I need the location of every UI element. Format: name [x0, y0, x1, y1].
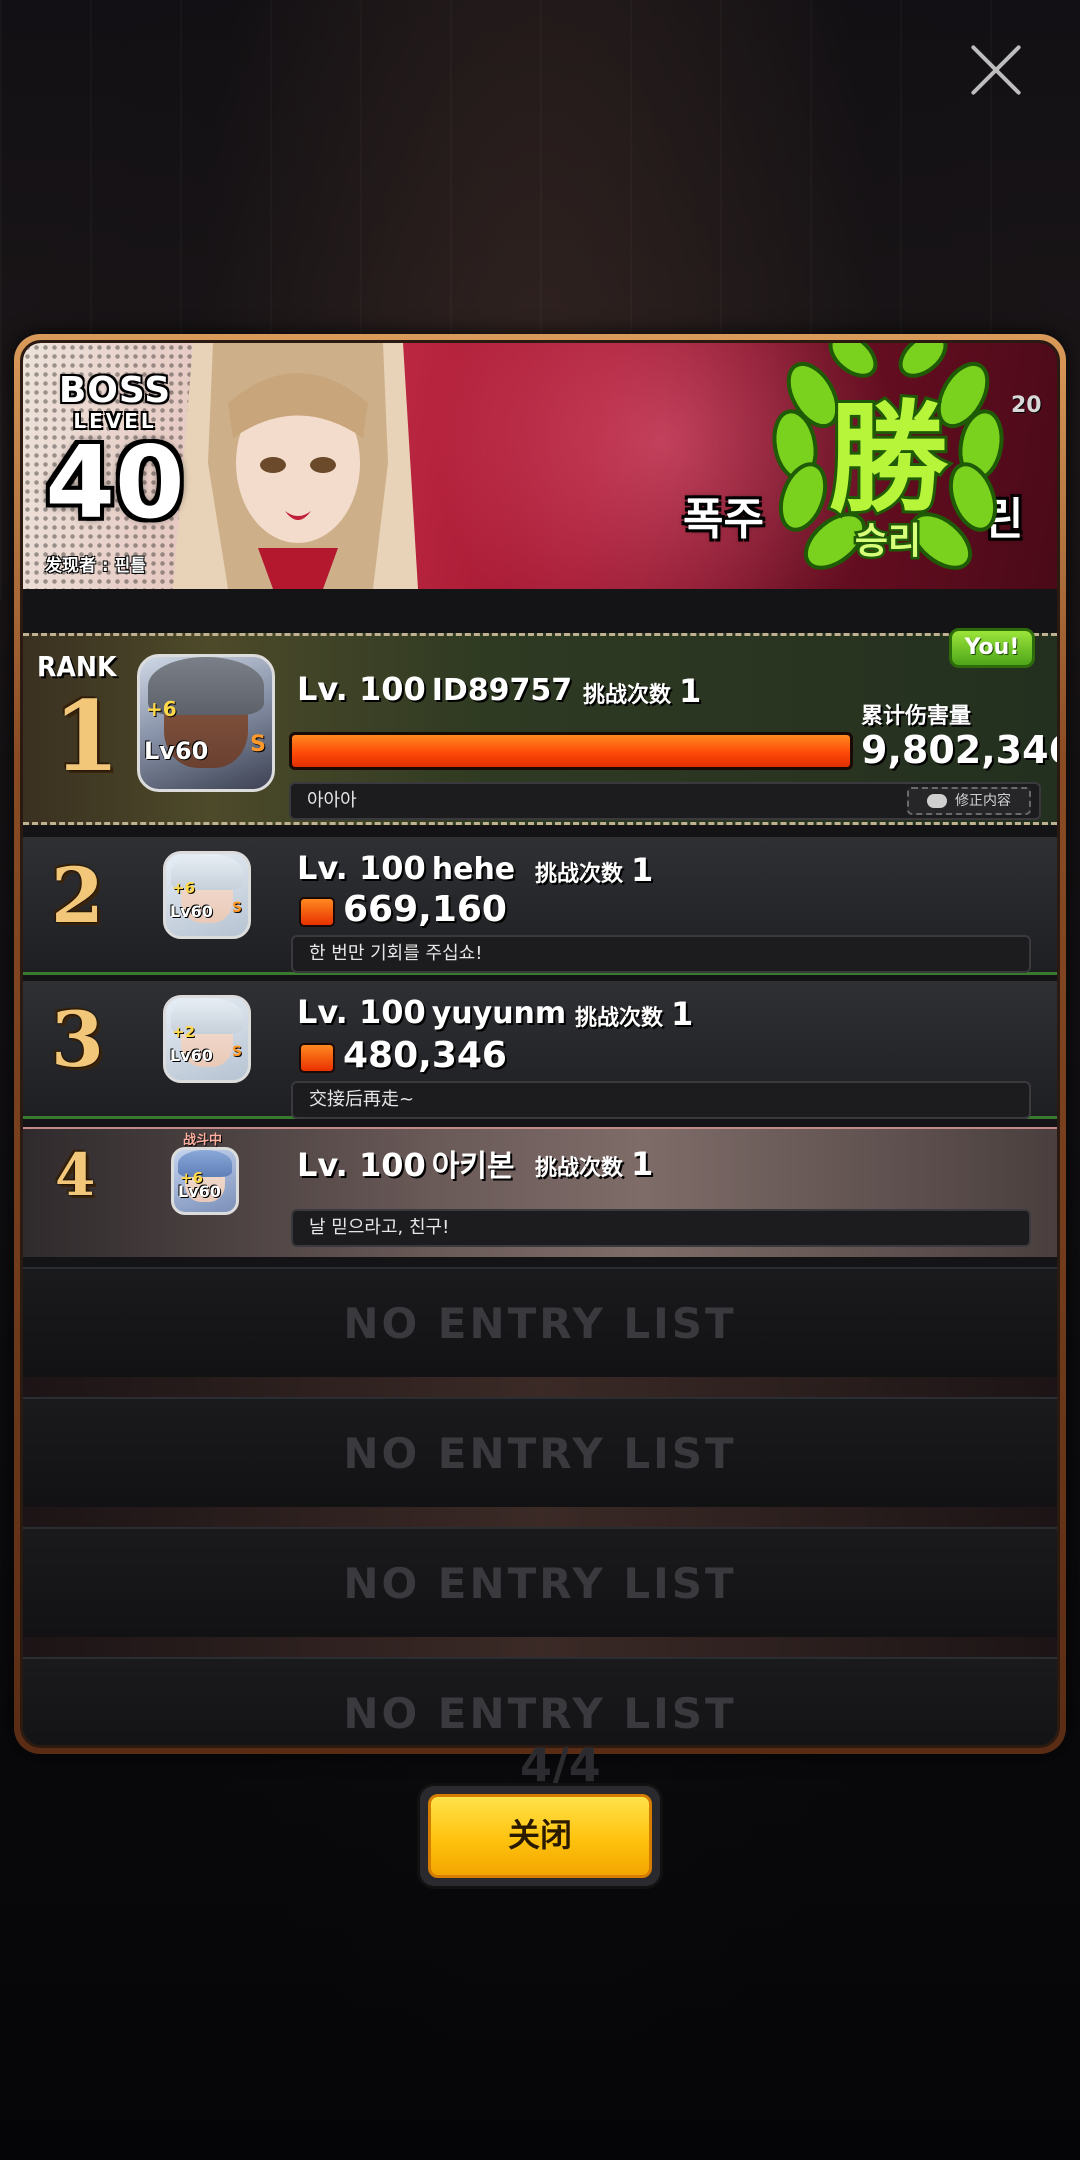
comment-text: 날 믿으라고, 친구! — [309, 1217, 450, 1238]
rank-row-3: 3 +2 Lv60 S Lv. 100 yuyunm 挑战次数 1 480,346 … — [23, 981, 1057, 1119]
victory-big-text: 勝 — [828, 388, 949, 529]
damage-indicator — [299, 1043, 335, 1073]
challenge-label: 挑战次数 — [583, 683, 672, 708]
avatar-level: Lv60 — [144, 737, 209, 766]
avatar-plus: +2 — [172, 1022, 196, 1041]
damage-value: 480,346 — [343, 1035, 507, 1076]
rank-row-1: RANK 1 +6 Lv60 S Lv. 100 ID89757 挑战次数 1 Yo… — [23, 628, 1060, 825]
player-info: Lv. 100 hehe — [297, 849, 515, 887]
rank-row-2: 2 +6 Lv60 S Lv. 100 hehe 挑战次数 1 669,160 한 … — [23, 837, 1057, 975]
boss-word: BOSS — [58, 370, 172, 411]
in-battle-tag: 战斗中 — [183, 1133, 223, 1148]
speech-bubble-icon — [927, 794, 947, 808]
rank-label: RANK — [37, 650, 117, 683]
ranking-panel: BOSS LEVEL 40 发现者 : 핀틀 폭주 린 20 勝 승리 RANK… — [14, 334, 1066, 1754]
edit-comment-button[interactable]: 修正内容 — [907, 787, 1031, 815]
page-indicator: 4/4 — [520, 1738, 601, 1792]
player-name: hehe — [431, 852, 516, 887]
avatar-plus: +6 — [172, 878, 196, 897]
avatar-level: Lv60 — [170, 1046, 213, 1066]
challenge-number: 1 — [679, 672, 702, 710]
total-damage-value: 9,802,346 — [861, 728, 1060, 772]
total-damage-label: 累计伤害量 — [861, 704, 972, 729]
close-button-label: 关闭 — [428, 1794, 652, 1878]
slot-divider — [23, 1507, 1057, 1527]
player-level: Lv. 100 — [297, 993, 426, 1031]
comment-text: 한 번만 기회를 주십쇼! — [309, 943, 483, 964]
player-avatar[interactable]: +6 Lv60 S — [137, 654, 275, 792]
boss-level-badge: BOSS LEVEL 40 — [45, 373, 185, 533]
close-button[interactable]: 关闭 — [420, 1786, 660, 1886]
player-comment: 날 믿으라고, 친구! — [291, 1209, 1031, 1247]
damage-bar-fill — [292, 735, 850, 767]
challenge-number: 1 — [631, 851, 654, 889]
empty-slot: NO ENTRY LIST — [23, 1397, 1057, 1507]
player-comment: 한 번만 기회를 주십쇼! — [291, 935, 1031, 973]
challenge-count: 挑战次数 1 — [535, 851, 653, 889]
close-icon[interactable] — [966, 40, 1026, 100]
challenge-label: 挑战次数 — [575, 1006, 664, 1031]
challenge-count: 挑战次数 1 — [583, 672, 701, 710]
rank-number: 3 — [51, 995, 104, 1084]
player-level: Lv. 100 — [297, 1146, 426, 1184]
avatar-plus: +6 — [146, 696, 177, 721]
challenge-count: 挑战次数 1 — [535, 1145, 653, 1183]
empty-slot: NO ENTRY LIST — [23, 1267, 1057, 1377]
player-comment: 아아아 修正内容 — [289, 782, 1041, 820]
rank-row-4: 4 战斗中 +6 Lv60 Lv. 100 아키본 挑战次数 1 날 믿으라고, 친… — [23, 1127, 1057, 1257]
challenge-number: 1 — [631, 1145, 654, 1183]
ranking-panel-inner: BOSS LEVEL 40 发现者 : 핀틀 폭주 린 20 勝 승리 RANK… — [20, 340, 1060, 1748]
rank-number: 4 — [55, 1141, 96, 1209]
avatar-grade: S — [250, 732, 266, 758]
player-info: Lv. 100 yuyunm — [297, 993, 566, 1031]
comment-text: 交接后再走~ — [309, 1089, 415, 1110]
player-name: 아키본 — [431, 1149, 515, 1184]
avatar-grade: S — [231, 900, 242, 917]
player-avatar[interactable]: +6 Lv60 S — [163, 851, 251, 939]
you-badge: You! — [949, 628, 1035, 668]
slot-divider — [23, 1637, 1057, 1657]
victory-laurel-icon: 勝 승리 — [772, 343, 1004, 570]
player-comment: 交接后再走~ — [291, 1081, 1031, 1119]
boss-portrait — [173, 343, 418, 589]
avatar-level: Lv60 — [170, 902, 213, 922]
empty-slot-text: NO ENTRY LIST — [343, 1559, 737, 1608]
player-info: Lv. 100 아키본 — [297, 1141, 515, 1185]
challenge-number: 1 — [671, 995, 694, 1033]
rank-number: 2 — [51, 851, 104, 940]
damage-indicator — [299, 897, 335, 927]
player-avatar[interactable]: +2 Lv60 S — [163, 995, 251, 1083]
challenge-label: 挑战次数 — [535, 1156, 624, 1181]
challenge-label: 挑战次数 — [535, 862, 624, 887]
empty-slot-text: NO ENTRY LIST — [343, 1299, 737, 1348]
player-level: Lv. 100 — [297, 670, 426, 708]
comment-text: 아아아 — [307, 790, 357, 811]
empty-slot-text: NO ENTRY LIST — [343, 1689, 737, 1738]
avatar-level: Lv60 — [178, 1181, 221, 1201]
avatar-grade: S — [231, 1044, 242, 1061]
empty-slot: NO ENTRY LIST — [23, 1527, 1057, 1637]
edit-label: 修正内容 — [955, 793, 1011, 809]
victory-small-text: 승리 — [855, 521, 921, 562]
rank-number: 1 — [53, 680, 120, 793]
empty-slot: NO ENTRY LIST — [23, 1657, 1057, 1745]
discoverer-text: 发现者 : 핀틀 — [45, 556, 146, 576]
challenge-count: 挑战次数 1 — [575, 995, 693, 1033]
player-name: ID89757 — [431, 673, 573, 708]
boss-banner: BOSS LEVEL 40 发现者 : 핀틀 폭주 린 20 勝 승리 — [23, 343, 1057, 589]
boss-level-number: 40 — [45, 424, 185, 541]
damage-bar — [289, 732, 853, 770]
player-level: Lv. 100 — [297, 849, 426, 887]
player-info: Lv. 100 ID89757 — [297, 670, 572, 708]
slot-divider — [23, 1377, 1057, 1397]
damage-value: 669,160 — [343, 889, 507, 930]
empty-slot-text: NO ENTRY LIST — [343, 1429, 737, 1478]
player-avatar[interactable]: +6 Lv60 — [171, 1147, 239, 1215]
player-name: yuyunm — [431, 996, 567, 1031]
